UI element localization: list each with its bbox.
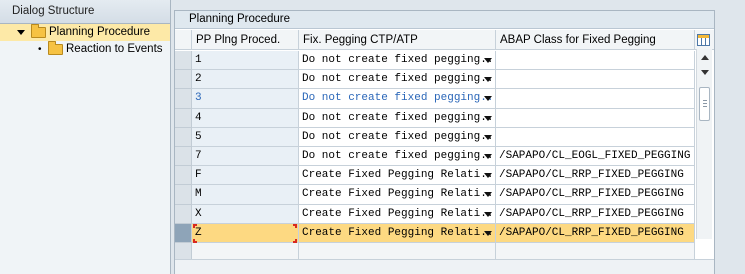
dropdown-arrow-icon[interactable] — [484, 173, 492, 179]
abap-class-input[interactable]: /SAPAPO/CL_RRP_FIXED_PEGGING — [496, 204, 695, 224]
focus-corner — [293, 223, 297, 228]
scroll-up-icon[interactable] — [701, 55, 709, 60]
proc-cell[interactable]: 3 — [192, 89, 299, 109]
abap-class-input[interactable] — [496, 70, 695, 90]
pegging-dropdown[interactable]: Create Fixed Pegging Relati... — [299, 204, 496, 224]
dropdown-arrow-icon[interactable] — [484, 192, 492, 198]
table-row[interactable]: 4 Do not create fixed pegging... — [175, 108, 695, 128]
scroll-thumb[interactable] — [699, 87, 710, 121]
table-row[interactable]: 1 Do not create fixed pegging... — [175, 51, 695, 71]
table-row[interactable]: X Create Fixed Pegging Relati... /SAPAPO… — [175, 204, 695, 224]
pegging-value: Create Fixed Pegging Relati... — [302, 207, 496, 220]
table-row[interactable]: 5 Do not create fixed pegging... — [175, 127, 695, 147]
pegging-dropdown[interactable]: Do not create fixed pegging... — [299, 89, 496, 109]
table-row[interactable]: 3 Do not create fixed pegging... — [175, 89, 695, 109]
abap-class-input[interactable]: /SAPAPO/CL_RRP_FIXED_PEGGING — [496, 185, 695, 205]
table-header: PP Plng Proced. Fix. Pegging CTP/ATP ABA… — [175, 30, 714, 50]
tree-item-label: Planning Procedure — [49, 26, 151, 38]
column-header-pegging[interactable]: Fix. Pegging CTP/ATP — [299, 30, 496, 50]
column-header-abap-class[interactable]: ABAP Class for Fixed Pegging — [496, 30, 695, 50]
table-title: Planning Procedure — [175, 11, 714, 29]
proc-cell[interactable]: 2 — [192, 70, 299, 90]
row-selector[interactable] — [175, 108, 192, 128]
dialog-structure-title: Dialog Structure — [0, 0, 170, 24]
pegging-value: Do not create fixed pegging... — [302, 130, 496, 143]
table-row[interactable]: M Create Fixed Pegging Relati... /SAPAPO… — [175, 185, 695, 205]
abap-class-input[interactable] — [496, 89, 695, 109]
abap-class-input[interactable] — [496, 127, 695, 147]
abap-class-input[interactable]: /SAPAPO/CL_RRP_FIXED_PEGGING — [496, 223, 695, 243]
pegging-dropdown[interactable]: Do not create fixed pegging... — [299, 146, 496, 167]
dropdown-arrow-icon[interactable] — [484, 230, 492, 236]
bullet-icon: • — [38, 44, 42, 55]
scroll-down-icon[interactable] — [701, 70, 709, 75]
row-selector[interactable] — [175, 70, 192, 90]
row-selector[interactable] — [175, 204, 192, 224]
row-selector[interactable] — [175, 166, 192, 186]
pegging-value: Do not create fixed pegging... — [302, 149, 496, 162]
expand-arrow-icon[interactable] — [17, 30, 25, 35]
pegging-value: Do not create fixed pegging... — [302, 92, 496, 105]
sap-maintenance-view: Dialog Structure Planning Procedure • Re… — [0, 0, 745, 274]
row-selector[interactable] — [175, 89, 192, 109]
pegging-value: Do not create fixed pegging... — [302, 73, 496, 86]
pegging-value: Do not create fixed pegging... — [302, 54, 496, 66]
row-selector[interactable] — [175, 127, 192, 147]
proc-cell[interactable]: Z — [192, 223, 299, 243]
dropdown-arrow-icon[interactable] — [484, 153, 492, 159]
pegging-value: Create Fixed Pegging Relati... — [302, 188, 496, 201]
dropdown-arrow-icon[interactable] — [484, 115, 492, 121]
proc-cell[interactable]: 1 — [192, 51, 299, 71]
dropdown-arrow-icon[interactable] — [484, 211, 492, 217]
row-selector[interactable] — [175, 185, 192, 205]
proc-cell[interactable]: F — [192, 166, 299, 186]
table-body: 1 Do not create fixed pegging... 2 Do no… — [175, 51, 695, 263]
tree-item-reaction-to-events[interactable]: • Reaction to Events — [0, 41, 170, 58]
folder-open-icon — [31, 24, 46, 38]
abap-class-input[interactable]: /SAPAPO/CL_RRP_FIXED_PEGGING — [496, 166, 695, 186]
vertical-scrollbar[interactable] — [696, 49, 712, 239]
dropdown-arrow-icon[interactable] — [484, 58, 492, 63]
pegging-value: Create Fixed Pegging Relati... — [302, 169, 496, 182]
proc-cell[interactable]: M — [192, 185, 299, 205]
pegging-dropdown[interactable]: Do not create fixed pegging... — [299, 108, 496, 128]
table-row[interactable]: 2 Do not create fixed pegging... — [175, 70, 695, 90]
table-settings-icon[interactable] — [697, 34, 710, 46]
pegging-dropdown[interactable]: Do not create fixed pegging... — [299, 70, 496, 90]
proc-cell[interactable]: 7 — [192, 146, 299, 167]
row-selector[interactable] — [175, 146, 192, 167]
proc-cell[interactable]: 5 — [192, 127, 299, 147]
table-footer — [175, 259, 714, 274]
abap-class-input[interactable]: /SAPAPO/CL_EOGL_FIXED_PEGGING — [496, 146, 695, 167]
pegging-value: Create Fixed Pegging Relati... — [302, 226, 496, 239]
pegging-dropdown[interactable]: Create Fixed Pegging Relati... — [299, 223, 496, 243]
focus-corner — [193, 223, 197, 228]
column-header-proc[interactable]: PP Plng Proced. — [192, 30, 299, 50]
row-selector[interactable] — [175, 223, 192, 243]
folder-icon — [48, 41, 63, 55]
pegging-dropdown[interactable]: Create Fixed Pegging Relati... — [299, 185, 496, 205]
select-all-header[interactable] — [175, 30, 192, 50]
table-row[interactable]: F Create Fixed Pegging Relati... /SAPAPO… — [175, 166, 695, 186]
table-row[interactable]: 7 Do not create fixed pegging... /SAPAPO… — [175, 146, 695, 167]
planning-procedure-table-panel: Planning Procedure PP Plng Proced. Fix. … — [174, 10, 715, 274]
pegging-dropdown[interactable]: Do not create fixed pegging... — [299, 127, 496, 147]
pegging-dropdown[interactable]: Do not create fixed pegging... — [299, 51, 496, 71]
abap-class-input[interactable] — [496, 108, 695, 128]
tree-item-planning-procedure[interactable]: Planning Procedure — [0, 24, 170, 41]
row-selector[interactable] — [175, 51, 192, 71]
proc-cell[interactable]: X — [192, 204, 299, 224]
dropdown-arrow-icon[interactable] — [484, 77, 492, 83]
tree-item-label: Reaction to Events — [66, 43, 163, 55]
pegging-value: Do not create fixed pegging... — [302, 111, 496, 124]
dialog-structure-panel: Dialog Structure Planning Procedure • Re… — [0, 0, 171, 274]
pegging-dropdown[interactable]: Create Fixed Pegging Relati... — [299, 166, 496, 186]
abap-class-input[interactable] — [496, 51, 695, 71]
table-row-selected[interactable]: Z Create Fixed Pegging Relati... /SAPAPO… — [175, 223, 695, 243]
proc-cell[interactable]: 4 — [192, 108, 299, 128]
dropdown-arrow-icon[interactable] — [484, 96, 492, 102]
dropdown-arrow-icon[interactable] — [484, 134, 492, 140]
